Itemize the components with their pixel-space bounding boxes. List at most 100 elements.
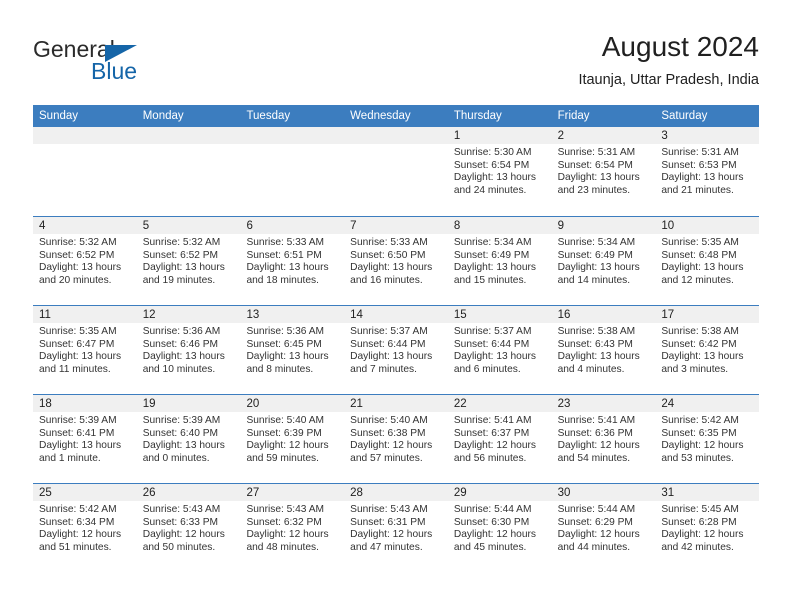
- sunset-text: Sunset: 6:54 PM: [453, 159, 530, 171]
- weekday-header-row: Sunday Monday Tuesday Wednesday Thursday…: [33, 105, 759, 127]
- sunrise-text: Sunrise: 5:31 AM: [557, 147, 636, 158]
- sunset-text: Sunset: 6:42 PM: [661, 338, 737, 350]
- sunrise-text: Sunrise: 5:43 AM: [350, 504, 428, 515]
- sunset-text: Sunset: 6:36 PM: [557, 427, 633, 439]
- sunset-text: Sunset: 6:51 PM: [246, 249, 322, 261]
- sunrise-text: Sunrise: 5:35 AM: [661, 237, 739, 248]
- daylight-text-line1: Daylight: 12 hours: [39, 529, 122, 541]
- day-details: Sunrise: 5:43 AM Sunset: 6:33 PM Dayligh…: [137, 501, 241, 554]
- day-cell[interactable]: 1 Sunrise: 5:30 AM Sunset: 6:54 PM Dayli…: [447, 127, 552, 216]
- day-number: 25: [33, 484, 137, 501]
- sunset-text: Sunset: 6:31 PM: [350, 516, 426, 528]
- daylight-text-line1: Daylight: 13 hours: [661, 172, 744, 184]
- day-details: Sunrise: 5:32 AM Sunset: 6:52 PM Dayligh…: [33, 234, 137, 287]
- sunset-text: Sunset: 6:47 PM: [39, 338, 115, 350]
- daylight-text-line2: and 19 minutes.: [142, 274, 216, 286]
- day-number: 1: [447, 127, 552, 144]
- day-cell[interactable]: 26 Sunrise: 5:43 AM Sunset: 6:33 PM Dayl…: [136, 484, 241, 572]
- sunset-text: Sunset: 6:44 PM: [453, 338, 530, 350]
- day-cell[interactable]: [136, 127, 241, 216]
- daylight-text-line1: Daylight: 13 hours: [350, 351, 433, 363]
- day-cell[interactable]: 15 Sunrise: 5:37 AM Sunset: 6:44 PM Dayl…: [447, 306, 552, 394]
- day-cell[interactable]: 22 Sunrise: 5:41 AM Sunset: 6:37 PM Dayl…: [447, 395, 552, 483]
- daylight-text-line2: and 6 minutes.: [453, 363, 521, 375]
- week-row: 11 Sunrise: 5:35 AM Sunset: 6:47 PM Dayl…: [33, 305, 760, 394]
- daylight-text-line1: Daylight: 13 hours: [39, 440, 122, 452]
- day-number: 20: [240, 395, 345, 412]
- day-details: Sunrise: 5:40 AM Sunset: 6:39 PM Dayligh…: [240, 412, 344, 465]
- sunrise-text: Sunrise: 5:42 AM: [661, 415, 739, 426]
- day-cell[interactable]: 27 Sunrise: 5:43 AM Sunset: 6:32 PM Dayl…: [240, 484, 345, 572]
- sunrise-text: Sunrise: 5:38 AM: [661, 326, 739, 337]
- sunset-text: Sunset: 6:33 PM: [142, 516, 219, 528]
- daylight-text-line2: and 45 minutes.: [453, 541, 527, 553]
- day-cell[interactable]: [344, 127, 448, 216]
- brand-logo[interactable]: General Blue: [33, 36, 233, 88]
- sunrise-text: Sunrise: 5:36 AM: [246, 326, 325, 337]
- daylight-text-line1: Daylight: 13 hours: [350, 262, 433, 274]
- daylight-text-line1: Daylight: 12 hours: [453, 440, 536, 452]
- day-cell[interactable]: 29 Sunrise: 5:44 AM Sunset: 6:30 PM Dayl…: [447, 484, 552, 572]
- sunrise-text: Sunrise: 5:32 AM: [39, 237, 117, 248]
- sunrise-text: Sunrise: 5:39 AM: [39, 415, 117, 426]
- day-cell[interactable]: 7 Sunrise: 5:33 AM Sunset: 6:50 PM Dayli…: [344, 217, 448, 305]
- day-cell[interactable]: 5 Sunrise: 5:32 AM Sunset: 6:52 PM Dayli…: [136, 217, 241, 305]
- day-cell[interactable]: 25 Sunrise: 5:42 AM Sunset: 6:34 PM Dayl…: [33, 484, 137, 572]
- daylight-text-line2: and 7 minutes.: [350, 363, 417, 375]
- day-cell[interactable]: 31 Sunrise: 5:45 AM Sunset: 6:28 PM Dayl…: [655, 484, 760, 572]
- sunset-text: Sunset: 6:50 PM: [350, 249, 426, 261]
- day-cell[interactable]: 9 Sunrise: 5:34 AM Sunset: 6:49 PM Dayli…: [551, 217, 656, 305]
- sunset-text: Sunset: 6:53 PM: [661, 159, 737, 171]
- sunrise-text: Sunrise: 5:42 AM: [39, 504, 117, 515]
- daylight-text-line1: Daylight: 13 hours: [661, 262, 744, 274]
- day-cell[interactable]: 19 Sunrise: 5:39 AM Sunset: 6:40 PM Dayl…: [136, 395, 241, 483]
- daylight-text-line2: and 56 minutes.: [453, 452, 527, 464]
- day-cell[interactable]: 6 Sunrise: 5:33 AM Sunset: 6:51 PM Dayli…: [240, 217, 345, 305]
- day-number: 6: [240, 217, 345, 234]
- day-details: Sunrise: 5:31 AM Sunset: 6:54 PM Dayligh…: [552, 144, 656, 197]
- sunrise-text: Sunrise: 5:31 AM: [661, 147, 739, 158]
- day-cell[interactable]: 4 Sunrise: 5:32 AM Sunset: 6:52 PM Dayli…: [33, 217, 137, 305]
- day-cell[interactable]: 13 Sunrise: 5:36 AM Sunset: 6:45 PM Dayl…: [240, 306, 345, 394]
- day-cell[interactable]: 24 Sunrise: 5:42 AM Sunset: 6:35 PM Dayl…: [655, 395, 760, 483]
- day-cell[interactable]: 11 Sunrise: 5:35 AM Sunset: 6:47 PM Dayl…: [33, 306, 137, 394]
- day-number: 5: [136, 217, 241, 234]
- day-cell[interactable]: 28 Sunrise: 5:43 AM Sunset: 6:31 PM Dayl…: [344, 484, 448, 572]
- day-cell[interactable]: [240, 127, 345, 216]
- sunset-text: Sunset: 6:34 PM: [39, 516, 115, 528]
- sunrise-text: Sunrise: 5:41 AM: [557, 415, 636, 426]
- day-cell[interactable]: 18 Sunrise: 5:39 AM Sunset: 6:41 PM Dayl…: [33, 395, 137, 483]
- day-cell[interactable]: 16 Sunrise: 5:38 AM Sunset: 6:43 PM Dayl…: [551, 306, 656, 394]
- sunrise-text: Sunrise: 5:45 AM: [661, 504, 739, 515]
- day-number: 31: [655, 484, 760, 501]
- day-number: 7: [344, 217, 448, 234]
- day-number: 26: [136, 484, 241, 501]
- day-cell[interactable]: 17 Sunrise: 5:38 AM Sunset: 6:42 PM Dayl…: [655, 306, 760, 394]
- day-number: 11: [33, 306, 137, 323]
- day-cell[interactable]: 3 Sunrise: 5:31 AM Sunset: 6:53 PM Dayli…: [655, 127, 760, 216]
- day-details: Sunrise: 5:33 AM Sunset: 6:51 PM Dayligh…: [240, 234, 344, 287]
- day-number: 4: [33, 217, 137, 234]
- day-cell[interactable]: 2 Sunrise: 5:31 AM Sunset: 6:54 PM Dayli…: [551, 127, 656, 216]
- daylight-text-line1: Daylight: 13 hours: [557, 262, 640, 274]
- sunset-text: Sunset: 6:52 PM: [39, 249, 115, 261]
- day-details: Sunrise: 5:33 AM Sunset: 6:50 PM Dayligh…: [344, 234, 448, 287]
- day-number: [136, 127, 241, 144]
- sunset-text: Sunset: 6:46 PM: [142, 338, 219, 350]
- day-details: Sunrise: 5:44 AM Sunset: 6:29 PM Dayligh…: [552, 501, 656, 554]
- sunset-text: Sunset: 6:40 PM: [142, 427, 219, 439]
- weekday-header-friday: Friday: [557, 110, 590, 122]
- day-cell[interactable]: 21 Sunrise: 5:40 AM Sunset: 6:38 PM Dayl…: [344, 395, 448, 483]
- day-cell[interactable]: 14 Sunrise: 5:37 AM Sunset: 6:44 PM Dayl…: [344, 306, 448, 394]
- daylight-text-line1: Daylight: 12 hours: [350, 529, 433, 541]
- daylight-text-line2: and 47 minutes.: [350, 541, 423, 553]
- day-cell[interactable]: 10 Sunrise: 5:35 AM Sunset: 6:48 PM Dayl…: [655, 217, 760, 305]
- day-cell[interactable]: [33, 127, 137, 216]
- day-cell[interactable]: 23 Sunrise: 5:41 AM Sunset: 6:36 PM Dayl…: [551, 395, 656, 483]
- daylight-text-line1: Daylight: 13 hours: [661, 351, 744, 363]
- day-cell[interactable]: 12 Sunrise: 5:36 AM Sunset: 6:46 PM Dayl…: [136, 306, 241, 394]
- day-cell[interactable]: 20 Sunrise: 5:40 AM Sunset: 6:39 PM Dayl…: [240, 395, 345, 483]
- day-cell[interactable]: 8 Sunrise: 5:34 AM Sunset: 6:49 PM Dayli…: [447, 217, 552, 305]
- day-details: Sunrise: 5:41 AM Sunset: 6:37 PM Dayligh…: [448, 412, 552, 465]
- day-cell[interactable]: 30 Sunrise: 5:44 AM Sunset: 6:29 PM Dayl…: [551, 484, 656, 572]
